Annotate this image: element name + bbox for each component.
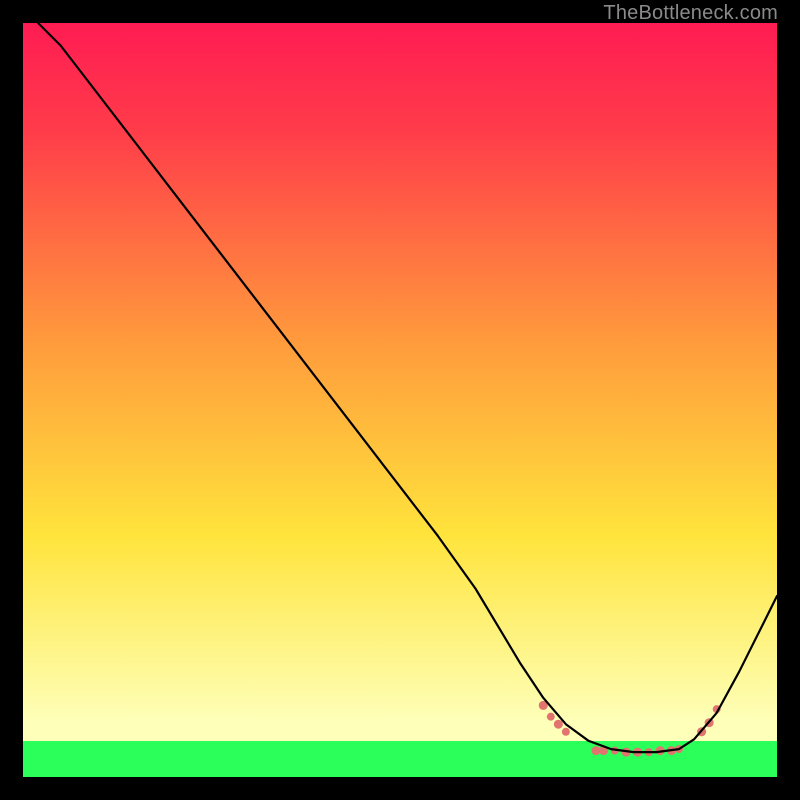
- chart-overlay: [23, 23, 777, 777]
- marker-point: [547, 713, 555, 721]
- marker-point: [554, 720, 563, 729]
- watermark-text: TheBottleneck.com: [603, 2, 778, 25]
- chart-canvas: TheBottleneck.com: [0, 0, 800, 800]
- marker-point: [562, 728, 570, 736]
- marker-cluster: [539, 701, 721, 757]
- bottleneck-curve: [38, 23, 777, 752]
